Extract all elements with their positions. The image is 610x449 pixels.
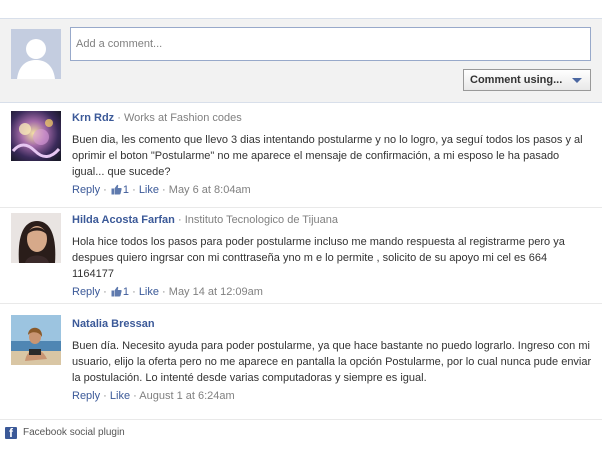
commenter-name[interactable]: Natalia Bressan bbox=[72, 318, 155, 330]
comment-item: Krn Rdz · Works at Fashion codes Buen di… bbox=[0, 104, 602, 208]
separator-dot: · bbox=[100, 390, 110, 402]
default-avatar-icon bbox=[11, 29, 61, 79]
comment-timestamp[interactable]: May 6 at 8:04am bbox=[169, 184, 251, 196]
comment-text: Buen dia, les comento que llevo 3 dias i… bbox=[72, 134, 583, 178]
commenter-affiliation: Instituto Tecnologico de Tijuana bbox=[184, 214, 338, 226]
comment-using-label: Comment using... bbox=[470, 74, 563, 86]
separator-dot: · bbox=[174, 214, 185, 226]
comment-text: Buen día. Necesito ayuda para poder post… bbox=[72, 340, 592, 384]
separator-dot: · bbox=[129, 184, 139, 196]
comment-composer: Comment using... bbox=[0, 19, 602, 103]
reply-link[interactable]: Reply bbox=[72, 286, 100, 298]
comment-using-button[interactable]: Comment using... bbox=[463, 69, 591, 91]
like-link[interactable]: Like bbox=[110, 390, 130, 402]
facebook-social-plugin-link[interactable]: Facebook social plugin bbox=[23, 427, 125, 438]
like-link[interactable]: Like bbox=[139, 286, 159, 298]
caret-down-icon bbox=[572, 78, 582, 83]
thumbs-up-icon[interactable] bbox=[111, 286, 122, 297]
comment-timestamp[interactable]: August 1 at 6:24am bbox=[139, 390, 234, 402]
comment-input[interactable] bbox=[70, 27, 591, 61]
separator-dot: · bbox=[159, 286, 169, 298]
comment-text: Hola hice todos los pasos para poder pos… bbox=[72, 236, 565, 280]
separator-dot: · bbox=[129, 286, 139, 298]
like-link[interactable]: Like bbox=[139, 184, 159, 196]
avatar[interactable] bbox=[11, 315, 61, 365]
commenter-name[interactable]: Krn Rdz bbox=[72, 112, 114, 124]
separator-dot: · bbox=[159, 184, 169, 196]
commenter-affiliation: Works at Fashion codes bbox=[123, 112, 242, 124]
avatar[interactable] bbox=[11, 213, 61, 263]
comment-item: Hilda Acosta Farfan · Instituto Tecnolog… bbox=[0, 209, 602, 304]
plugin-footer: f Facebook social plugin bbox=[0, 421, 602, 449]
separator-dot: · bbox=[100, 184, 110, 196]
thumbs-up-icon[interactable] bbox=[111, 184, 122, 195]
avatar[interactable] bbox=[11, 111, 61, 161]
commenter-name[interactable]: Hilda Acosta Farfan bbox=[72, 214, 175, 226]
facebook-icon[interactable]: f bbox=[5, 426, 17, 440]
comment-item: Natalia Bressan Buen día. Necesito ayuda… bbox=[0, 305, 602, 420]
reply-link[interactable]: Reply bbox=[72, 390, 100, 402]
reply-link[interactable]: Reply bbox=[72, 184, 100, 196]
separator-dot: · bbox=[100, 286, 110, 298]
separator-dot: · bbox=[130, 390, 140, 402]
comment-timestamp[interactable]: May 14 at 12:09am bbox=[169, 286, 263, 298]
separator-dot: · bbox=[114, 112, 124, 124]
